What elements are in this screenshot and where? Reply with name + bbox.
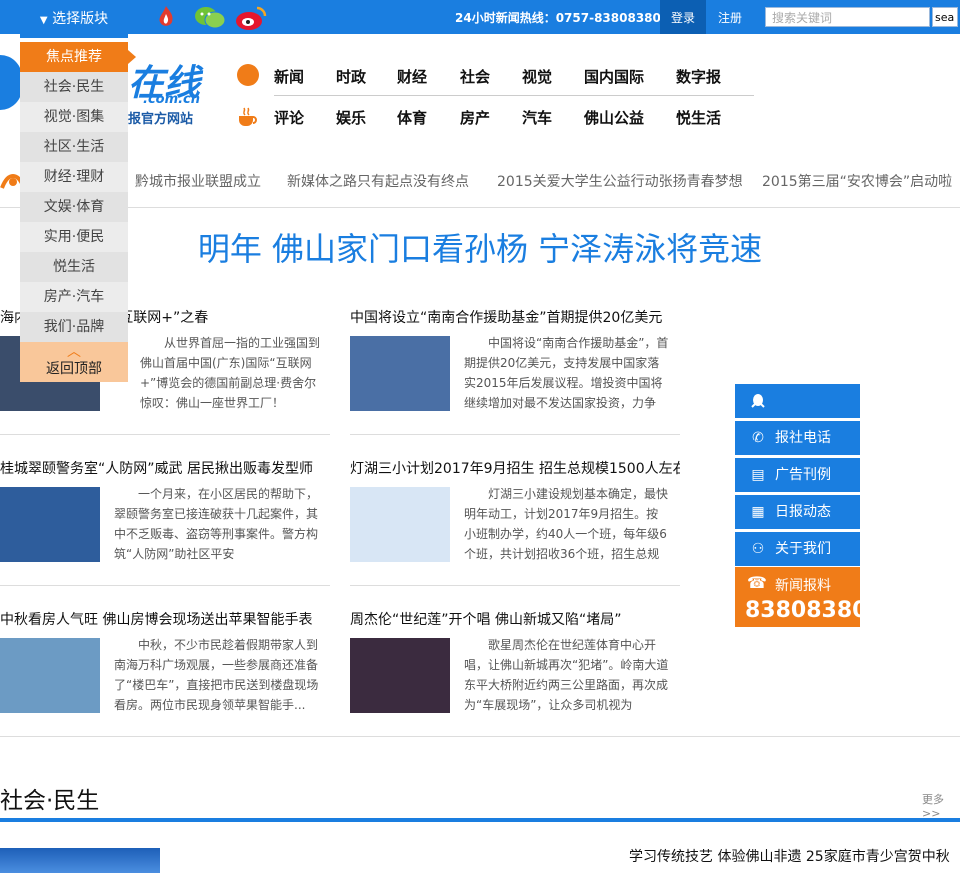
logo-slogan: 报官方网站 [128, 112, 194, 127]
divider [0, 736, 960, 737]
right-nav-label: 关于我们 [775, 541, 831, 557]
nav-item[interactable]: 新闻 [274, 66, 304, 87]
phone-icon: ☎ [747, 573, 767, 592]
nav-item[interactable]: 视觉 [522, 66, 552, 87]
divider [0, 585, 330, 586]
divider [0, 207, 960, 208]
back-to-top-label: 返回顶部 [46, 361, 102, 377]
more-link[interactable]: 更多>> [922, 791, 960, 820]
news-summary: 灯湖三小建设规划基本确定，最快明年动工，计划2017年9月招生。按小班制办学，约… [464, 487, 669, 561]
nav-item[interactable]: 悦生活 [676, 107, 721, 128]
menu-item[interactable]: 房产·汽车 [20, 282, 128, 312]
logo-domain: .com.cn [143, 92, 201, 107]
nav-divider [274, 95, 754, 96]
section-title[interactable]: 社会·民生 [0, 781, 99, 815]
nav-item[interactable]: 国内国际 [584, 66, 644, 87]
right-nav-label: 日报动态 [775, 504, 831, 520]
menu-item[interactable]: 悦生活 [20, 252, 128, 282]
nav-item[interactable]: 财经 [397, 66, 427, 87]
search-button[interactable]: sea [932, 7, 958, 27]
back-to-top-button[interactable]: ︿ 返回顶部 [20, 342, 128, 382]
divider [0, 434, 330, 435]
news-summary: 中国将设“南南合作援助基金”，首期提供20亿美元，支持发展中国家落实2015年后… [464, 336, 669, 410]
hotline-text: 24小时新闻热线：0757-83808380 [455, 11, 661, 25]
triangle-down-icon: ▼ [39, 15, 48, 26]
qq-button[interactable] [735, 384, 860, 418]
news-thumbnail[interactable] [350, 336, 450, 411]
menu-item[interactable]: 社区·生活 [20, 132, 128, 162]
news-summary: 中秋，不少市民趁着假期带家人到南海万科广场观展，一些参展商还准备了“楼巴车”，直… [114, 638, 319, 712]
menu-item[interactable]: 文娱·体育 [20, 192, 128, 222]
news-title[interactable]: 桂城翠颐警务室“人防网”威武 居民揪出贩毒发型师 [0, 458, 330, 478]
section-selector[interactable]: ▼ 选择版块 [20, 0, 128, 38]
ticker-item[interactable]: 新媒体之路只有起点没有终点 [287, 171, 469, 191]
globe-icon [237, 64, 259, 86]
logo-globe [0, 55, 22, 110]
section-selector-label: 选择版块 [52, 11, 109, 27]
news-thumbnail[interactable] [350, 638, 450, 713]
nav-item[interactable]: 数字报 [676, 66, 721, 87]
login-button[interactable]: 登录 [660, 0, 706, 34]
news-summary: 从世界首屈一指的工业强国到佛山首届中国(广东)国际“互联网+”博览会的德国前副总… [140, 336, 320, 410]
nav-item[interactable]: 评论 [274, 107, 304, 128]
section-headline[interactable]: 学习传统技艺 体验佛山非遗 25家庭市青少宫贺中秋 [629, 846, 950, 866]
menu-item[interactable]: 焦点推荐 [20, 42, 128, 72]
divider [350, 585, 680, 586]
top-headline[interactable]: 明年 佛山家门口看孙杨 宁泽涛泳将竞速 [0, 224, 960, 270]
fire-icon[interactable] [155, 5, 177, 29]
news-title[interactable]: 周杰伦“世纪莲”开个唱 佛山新城又陷“堵局” [350, 609, 680, 629]
newspaper-icon: ▤ [751, 467, 765, 483]
chevron-up-icon: ︿ [67, 344, 81, 360]
news-title[interactable]: 灯湖三小计划2017年9月招生 招生总规模1500人左右 [350, 458, 680, 478]
news-title[interactable]: 中秋看房人气旺 佛山房博会现场送出苹果智能手表 [0, 609, 330, 629]
nav-item[interactable]: 娱乐 [336, 107, 366, 128]
news-summary: 一个月来，在小区居民的帮助下，翠颐警务室已接连破获十几起案件，其中不乏贩毒、盗窃… [114, 487, 319, 561]
phone-icon: ✆ [752, 430, 764, 446]
nav-item[interactable]: 佛山公益 [584, 107, 644, 128]
news-thumbnail[interactable] [0, 487, 100, 562]
section-image[interactable] [0, 848, 160, 873]
news-tip-label: 新闻报料 [775, 578, 831, 594]
nav-item[interactable]: 社会 [460, 66, 490, 87]
weibo-icon[interactable] [235, 5, 267, 35]
section-bar [0, 818, 960, 822]
wechat-icon[interactable] [194, 5, 226, 35]
right-nav-label: 广告刊例 [775, 467, 831, 483]
menu-item[interactable]: 我们·品牌 [20, 312, 128, 342]
news-tip-number: 83808380 [745, 598, 868, 623]
ticker-item[interactable]: 黔城市报业联盟成立 [135, 171, 261, 191]
right-nav-item[interactable]: ⚇ 关于我们 [735, 532, 860, 566]
menu-item[interactable]: 视觉·图集 [20, 102, 128, 132]
ticker-item[interactable]: 2015第三届“安农博会”启动啦 [762, 171, 952, 191]
news-thumbnail[interactable] [0, 638, 100, 713]
right-nav-label: 报社电话 [775, 430, 831, 446]
qq-icon [749, 392, 767, 410]
divider [350, 434, 680, 435]
nav-item[interactable]: 时政 [336, 66, 366, 87]
search-input[interactable]: 搜索关键词 [765, 7, 930, 27]
nav-item[interactable]: 房产 [460, 107, 490, 128]
calendar-icon: ▦ [751, 504, 765, 520]
right-nav-item[interactable]: ▦ 日报动态 [735, 495, 860, 529]
register-button[interactable]: 注册 [710, 0, 750, 34]
coffee-icon [236, 105, 260, 133]
news-thumbnail[interactable] [350, 487, 450, 562]
news-tip-box[interactable]: ☎ 新闻报料 83808380 [735, 567, 867, 627]
news-title[interactable]: 中国将设立“南南合作援助基金”首期提供20亿美元 [350, 307, 680, 327]
right-nav-item[interactable]: ▤ 广告刊例 [735, 458, 860, 492]
nav-item[interactable]: 汽车 [522, 107, 552, 128]
ticker-item[interactable]: 2015关爱大学生公益行动张扬青春梦想 [497, 171, 743, 191]
people-icon: ⚇ [751, 541, 765, 557]
right-nav-item[interactable]: ✆ 报社电话 [735, 421, 860, 455]
menu-item[interactable]: 财经·理财 [20, 162, 128, 192]
menu-item[interactable]: 实用·便民 [20, 222, 128, 252]
menu-item[interactable]: 社会·民生 [20, 72, 128, 102]
nav-item[interactable]: 体育 [397, 107, 427, 128]
news-summary: 歌星周杰伦在世纪莲体育中心开唱，让佛山新城再次“犯堵”。岭南大道东平大桥附近约两… [464, 638, 669, 712]
active-arrow [128, 50, 136, 64]
